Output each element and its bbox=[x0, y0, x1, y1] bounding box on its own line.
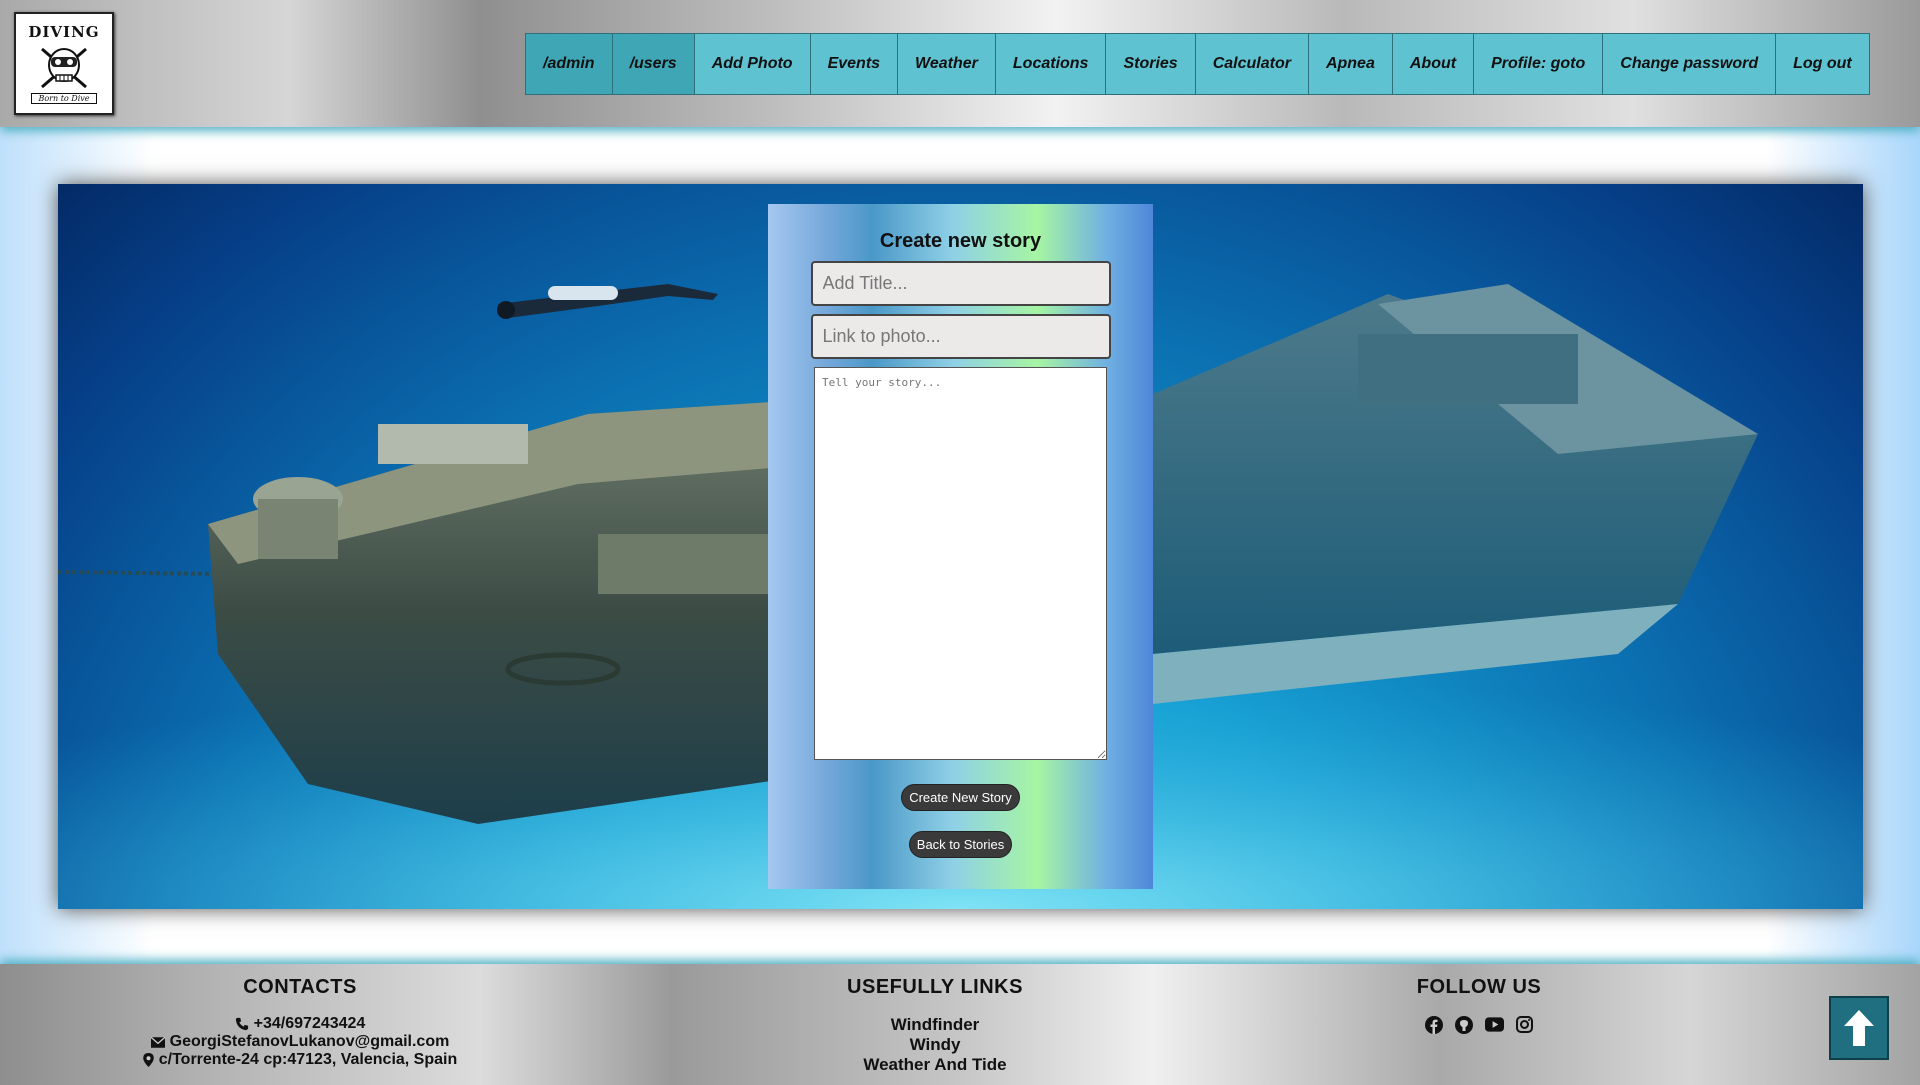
nav-stories[interactable]: Stories bbox=[1105, 33, 1196, 95]
nav-locations[interactable]: Locations bbox=[994, 33, 1107, 95]
main-nav: /admin /users Add Photo Events Weather L… bbox=[525, 33, 1870, 95]
contact-phone-text: +34/697243424 bbox=[253, 1015, 366, 1032]
story-title-input[interactable] bbox=[810, 261, 1111, 306]
envelope-icon bbox=[150, 1036, 165, 1048]
contacts-section: CONTACTS +34/697243424 GeorgiStefanovLuk… bbox=[100, 976, 500, 1069]
youtube-icon[interactable] bbox=[1484, 1015, 1504, 1034]
useful-links-section: USEFULLY LINKS Windfinder Windy Weather … bbox=[735, 976, 1135, 1075]
nav-profile[interactable]: Profile: goto bbox=[1473, 33, 1604, 95]
logo-title: DIVING bbox=[28, 23, 100, 41]
nav-events[interactable]: Events bbox=[809, 33, 899, 95]
nav-admin[interactable]: /admin bbox=[525, 33, 613, 95]
link-windy[interactable]: Windy bbox=[910, 1035, 961, 1055]
contact-phone: +34/697243424 bbox=[235, 1015, 366, 1033]
contacts-heading: CONTACTS bbox=[243, 976, 357, 998]
nav-users[interactable]: /users bbox=[611, 33, 695, 95]
nav-about[interactable]: About bbox=[1391, 33, 1475, 95]
site-logo[interactable]: DIVING Born to Dive bbox=[14, 12, 114, 115]
phone-icon bbox=[235, 1017, 248, 1031]
scroll-to-top-button[interactable] bbox=[1829, 996, 1889, 1060]
arrow-up-icon bbox=[1844, 1010, 1874, 1046]
create-new-story-button[interactable]: Create New Story bbox=[901, 784, 1020, 811]
form-title: Create new story bbox=[879, 230, 1042, 252]
create-story-form: Create new story Create New Story Back t… bbox=[768, 204, 1153, 889]
skull-icon bbox=[41, 47, 87, 89]
follow-us-heading: FOLLOW US bbox=[1416, 976, 1542, 998]
facebook-icon[interactable] bbox=[1425, 1015, 1444, 1034]
footer: CONTACTS +34/697243424 GeorgiStefanovLuk… bbox=[0, 964, 1920, 1085]
nav-change-password[interactable]: Change password bbox=[1602, 33, 1777, 95]
github-icon[interactable] bbox=[1455, 1015, 1474, 1034]
map-pin-icon bbox=[142, 1053, 154, 1067]
contact-email-text: GeorgiStefanovLukanov@gmail.com bbox=[169, 1033, 450, 1050]
nav-log-out[interactable]: Log out bbox=[1775, 33, 1870, 95]
link-weather-and-tide[interactable]: Weather And Tide bbox=[863, 1055, 1006, 1075]
photo-link-input[interactable] bbox=[810, 314, 1111, 359]
nav-weather[interactable]: Weather bbox=[897, 33, 996, 95]
follow-us-section: FOLLOW US bbox=[1279, 976, 1679, 1034]
nav-apnea[interactable]: Apnea bbox=[1307, 33, 1393, 95]
nav-add-photo[interactable]: Add Photo bbox=[693, 33, 811, 95]
link-windfinder[interactable]: Windfinder bbox=[891, 1015, 980, 1035]
story-textarea[interactable] bbox=[814, 367, 1107, 760]
contact-address: c/Torrente-24 cp:47123, Valencia, Spain bbox=[142, 1051, 458, 1069]
header: DIVING Born to Dive /admin /users Add Ph… bbox=[0, 0, 1920, 127]
back-to-stories-button[interactable]: Back to Stories bbox=[908, 831, 1013, 858]
nav-calculator[interactable]: Calculator bbox=[1194, 33, 1309, 95]
contact-email: GeorgiStefanovLukanov@gmail.com bbox=[150, 1033, 450, 1051]
social-icons bbox=[1425, 1015, 1534, 1034]
contact-address-text: c/Torrente-24 cp:47123, Valencia, Spain bbox=[158, 1051, 458, 1068]
logo-banner: Born to Dive bbox=[31, 93, 97, 104]
instagram-icon[interactable] bbox=[1515, 1015, 1534, 1034]
useful-links-heading: USEFULLY LINKS bbox=[847, 976, 1023, 998]
